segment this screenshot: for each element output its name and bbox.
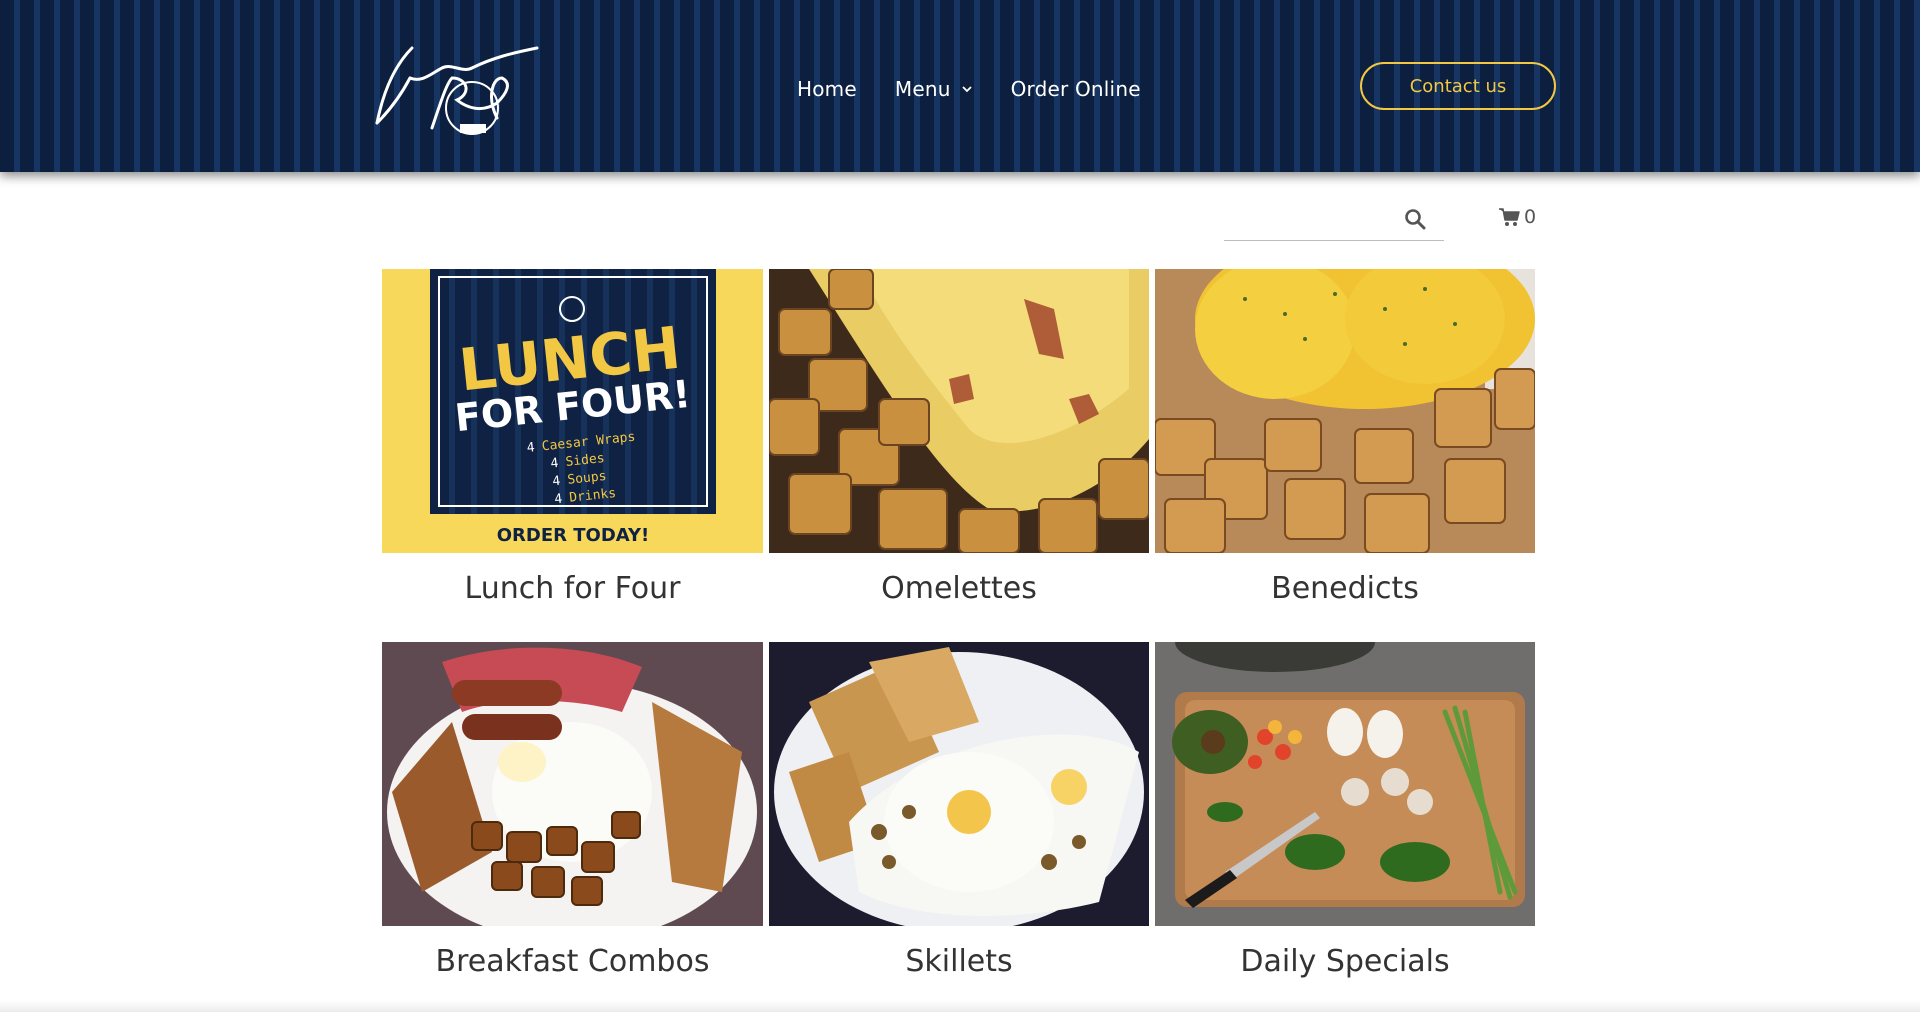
- category-card-breakfast-combos[interactable]: Breakfast Combos: [382, 642, 763, 1015]
- search-input[interactable]: [1224, 200, 1402, 238]
- category-label: Daily Specials: [1240, 944, 1450, 979]
- logo[interactable]: [372, 38, 540, 138]
- chevron-down-icon: [961, 86, 972, 93]
- logo-script-icon: [375, 46, 539, 135]
- search-icon[interactable]: [1404, 208, 1426, 230]
- lunch-for-four-image: LUNCH FOR FOUR! 4 Caesar Wraps 4 Sides 4…: [382, 269, 763, 553]
- search-bar: [1224, 200, 1444, 241]
- benedicts-image: [1155, 269, 1535, 553]
- daily-specials-image: [1155, 642, 1535, 926]
- category-label: Benedicts: [1271, 571, 1419, 606]
- category-card-daily-specials[interactable]: Daily Specials: [1155, 642, 1535, 1015]
- nav-home-link[interactable]: Home: [797, 77, 857, 101]
- category-grid: LUNCH FOR FOUR! 4 Caesar Wraps 4 Sides 4…: [382, 269, 1535, 1015]
- category-card-skillets[interactable]: Skillets: [769, 642, 1149, 1015]
- contact-us-button[interactable]: Contact us: [1360, 62, 1556, 110]
- category-label: Omelettes: [881, 571, 1037, 606]
- nav-order-online-label: Order Online: [1010, 77, 1141, 101]
- page-bottom-shadow: [0, 1000, 1920, 1012]
- nav-menu-link[interactable]: Menu: [895, 77, 973, 101]
- nav-menu-label: Menu: [894, 77, 951, 101]
- nav-order-online-link[interactable]: Order Online: [1011, 77, 1141, 101]
- category-label: Breakfast Combos: [435, 944, 710, 979]
- cart-count: 0: [1524, 206, 1537, 228]
- category-label: Skillets: [905, 944, 1013, 979]
- site-header: Home Menu Order Online Contact us: [0, 0, 1920, 172]
- omelettes-image: [769, 269, 1149, 553]
- cart-button[interactable]: 0: [1498, 206, 1536, 228]
- category-card-lunch-for-four[interactable]: LUNCH FOR FOUR! 4 Caesar Wraps 4 Sides 4…: [382, 269, 763, 642]
- category-card-benedicts[interactable]: Benedicts: [1155, 269, 1535, 642]
- category-label: Lunch for Four: [464, 571, 681, 606]
- breakfast-combos-image: [382, 642, 763, 926]
- promo-cta: ORDER TODAY!: [497, 525, 650, 546]
- category-card-omelettes[interactable]: Omelettes: [769, 269, 1149, 642]
- nav-home-label: Home: [797, 77, 857, 101]
- skillets-image: [769, 642, 1149, 926]
- cart-icon: [1499, 208, 1520, 226]
- main-nav: Home Menu Order Online: [797, 0, 1141, 178]
